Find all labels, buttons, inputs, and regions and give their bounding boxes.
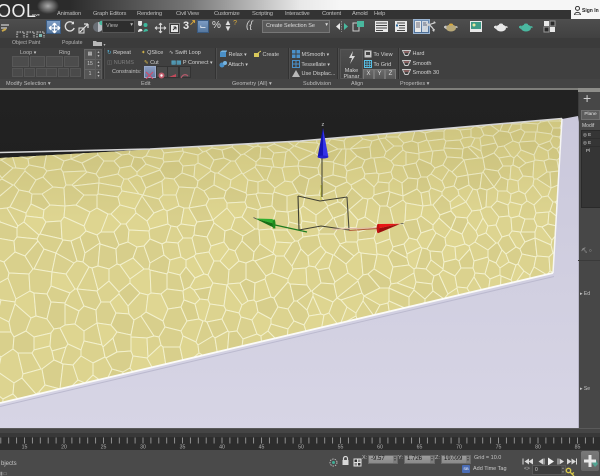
svg-text:z: z (322, 122, 325, 128)
